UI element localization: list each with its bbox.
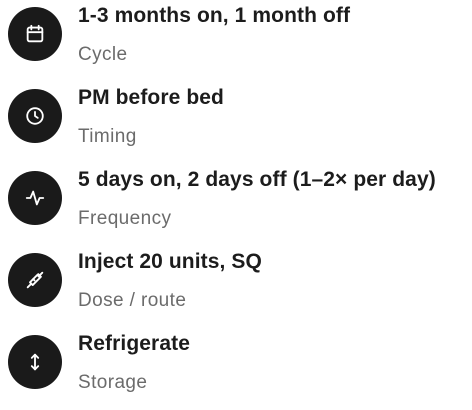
clock-icon <box>8 89 62 143</box>
detail-row-timing: PM before bed Timing <box>0 82 472 164</box>
arrows-vertical-icon <box>8 335 62 389</box>
detail-title: Inject 20 units, SQ <box>78 250 262 273</box>
detail-title: 1-3 months on, 1 month off <box>78 4 351 27</box>
activity-icon <box>8 171 62 225</box>
calendar-icon <box>8 7 62 61</box>
detail-label: Cycle <box>78 44 128 65</box>
detail-row-cycle: 1-3 months on, 1 month off Cycle <box>0 0 472 82</box>
detail-label: Timing <box>78 126 137 147</box>
detail-row-storage: Refrigerate Storage <box>0 328 472 410</box>
detail-label: Frequency <box>78 208 172 229</box>
detail-row-dose-route: Inject 20 units, SQ Dose / route <box>0 246 472 328</box>
detail-title: 5 days on, 2 days off (1–2× per day) <box>78 168 436 191</box>
detail-title: PM before bed <box>78 86 224 109</box>
detail-row-frequency: 5 days on, 2 days off (1–2× per day) Fre… <box>0 164 472 246</box>
detail-label: Dose / route <box>78 290 187 311</box>
detail-title: Refrigerate <box>78 332 190 355</box>
syringe-icon <box>8 253 62 307</box>
detail-label: Storage <box>78 372 148 393</box>
